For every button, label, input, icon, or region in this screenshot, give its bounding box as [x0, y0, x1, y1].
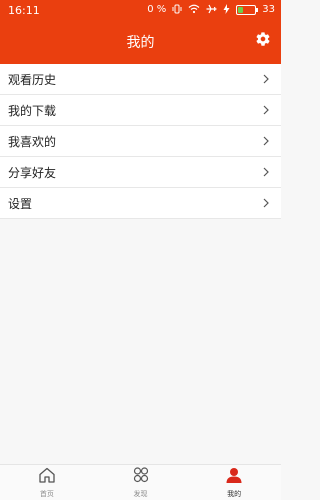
status-icons: 0 % 33 [147, 3, 275, 17]
chevron-right-icon [261, 74, 271, 84]
page-title: 我的 [126, 35, 155, 51]
profile-menu: 观看历史 我的下载 我喜欢的 分享好友 设置 [0, 64, 281, 219]
battery-fill [238, 7, 244, 13]
discover-icon [132, 466, 150, 487]
chevron-right-icon [261, 198, 271, 208]
menu-item-label: 我喜欢的 [8, 134, 57, 149]
home-icon [38, 467, 56, 487]
menu-item-label: 设置 [8, 196, 33, 211]
gear-icon [255, 31, 271, 51]
menu-item-label: 观看历史 [8, 72, 57, 87]
battery-level: 33 [262, 4, 275, 15]
app-header: 16:11 0 % 33 我的 [0, 0, 281, 64]
title-bar: 我的 [0, 20, 281, 64]
vibrate-icon [172, 4, 182, 17]
menu-item-my-downloads[interactable]: 我的下载 [0, 95, 281, 126]
settings-button[interactable] [253, 31, 273, 51]
tab-label: 发现 [133, 489, 148, 498]
bottom-tab-bar: 首页 发现 我的 [0, 464, 281, 500]
data-rate-text: 0 % [147, 4, 167, 15]
tab-home[interactable]: 首页 [0, 465, 94, 500]
tab-discover[interactable]: 发现 [94, 465, 188, 500]
status-bar: 16:11 0 % 33 [0, 0, 281, 20]
tab-profile[interactable]: 我的 [187, 465, 281, 500]
tab-label: 首页 [39, 489, 54, 498]
menu-item-label: 分享好友 [8, 165, 57, 180]
chevron-right-icon [261, 105, 271, 115]
charging-icon [223, 3, 230, 17]
chevron-right-icon [261, 167, 271, 177]
chevron-right-icon [261, 136, 271, 146]
profile-icon [225, 467, 243, 487]
tab-label: 我的 [227, 489, 242, 498]
wifi-icon [188, 4, 200, 17]
menu-item-settings[interactable]: 设置 [0, 188, 281, 219]
menu-item-share-friends[interactable]: 分享好友 [0, 157, 281, 188]
menu-item-label: 我的下载 [8, 103, 57, 118]
status-time: 16:11 [8, 3, 40, 17]
menu-item-my-favorites[interactable]: 我喜欢的 [0, 126, 281, 157]
airplane-icon [206, 4, 217, 17]
battery-icon [236, 5, 259, 15]
menu-item-watch-history[interactable]: 观看历史 [0, 64, 281, 95]
